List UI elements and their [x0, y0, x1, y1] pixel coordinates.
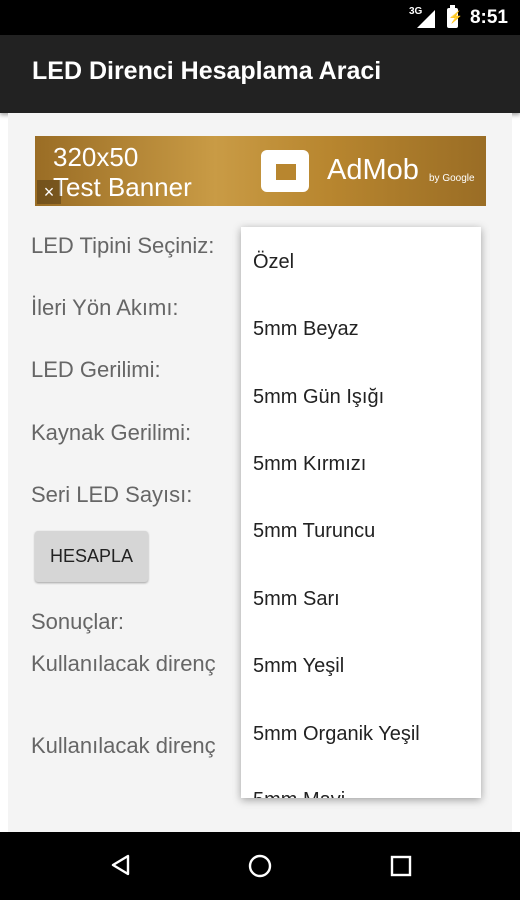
ad-by-google: by Google — [429, 173, 475, 184]
dropdown-item-yesil[interactable]: 5mm Yeşil — [253, 655, 344, 678]
ad-brand: AdMob — [327, 154, 419, 186]
dropdown-item-gun-isigi[interactable]: 5mm Gün Işığı — [253, 386, 384, 409]
signal-icon: 3G — [408, 5, 435, 28]
dropdown-item-kirmizi[interactable]: 5mm Kırmızı — [253, 453, 366, 476]
recent-apps-icon[interactable] — [390, 855, 412, 877]
ad-banner[interactable]: 320x50 Test Banner × AdMob by Google — [35, 136, 486, 206]
dropdown-item-mavi[interactable]: 5mm Mavi — [253, 789, 345, 798]
status-time: 8:51 — [469, 6, 508, 28]
series-led-count-label: Seri LED Sayısı: — [31, 482, 193, 507]
dropdown-item-ozel[interactable]: Özel — [253, 251, 294, 274]
results-title: Sonuçlar: — [31, 609, 124, 634]
calculate-button[interactable]: HESAPLA — [35, 531, 148, 582]
admob-logo-icon — [261, 150, 309, 192]
home-icon[interactable] — [248, 854, 272, 878]
ad-text: Test Banner — [53, 172, 192, 202]
ad-close-icon[interactable]: × — [37, 180, 61, 204]
battery-icon: ⚡ — [446, 4, 463, 28]
led-voltage-label: LED Gerilimi: — [31, 357, 161, 382]
network-type: 3G — [408, 5, 423, 17]
dropdown-item-sari[interactable]: 5mm Sarı — [253, 588, 340, 611]
back-icon[interactable] — [109, 853, 133, 877]
result-resistor-line-2: Kullanılacak direnç — [31, 733, 216, 758]
forward-current-label: İleri Yön Akımı: — [31, 295, 179, 320]
status-icons: 3G ⚡ 8:51 — [409, 0, 508, 35]
led-type-label: LED Tipini Seçiniz: — [31, 233, 215, 258]
led-type-dropdown[interactable]: Özel 5mm Beyaz 5mm Gün Işığı 5mm Kırmızı… — [241, 227, 481, 798]
source-voltage-label: Kaynak Gerilimi: — [31, 420, 192, 445]
dropdown-item-organik-yesil[interactable]: 5mm Organik Yeşil — [253, 723, 420, 746]
dropdown-item-turuncu[interactable]: 5mm Turuncu — [253, 520, 375, 543]
result-resistor-line-1: Kullanılacak direnç — [31, 651, 216, 676]
ad-dimensions: 320x50 — [53, 142, 139, 172]
status-bar: 3G ⚡ 8:51 — [0, 0, 520, 35]
dropdown-item-beyaz[interactable]: 5mm Beyaz — [253, 318, 359, 341]
app-title: LED Direnci Hesaplama Araci — [32, 57, 382, 85]
app-bar: LED Direnci Hesaplama Araci — [0, 35, 520, 113]
